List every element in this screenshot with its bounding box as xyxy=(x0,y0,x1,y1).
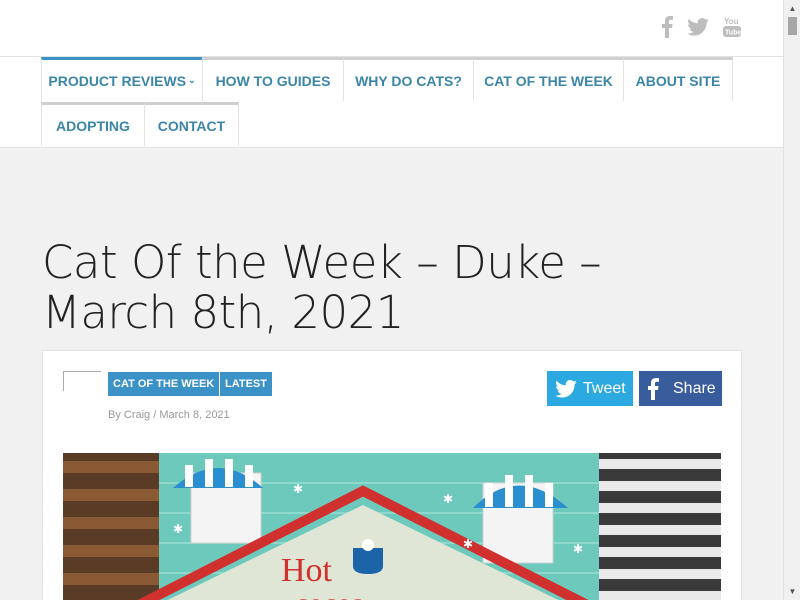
nav-item-label: CONTACT xyxy=(157,117,226,134)
chevron-down-icon: ⌄ xyxy=(188,75,196,85)
nav-item-label: WHY DO CATS? xyxy=(355,72,462,89)
nav-item-product-reviews[interactable]: PRODUCT REVIEWS ⌄ xyxy=(41,57,203,101)
svg-text:✱: ✱ xyxy=(443,492,453,506)
tag-cat-of-the-week[interactable]: CAT OF THE WEEK xyxy=(108,372,220,396)
svg-text:✱: ✱ xyxy=(463,537,473,551)
post-byline: By Craig / March 8, 2021 xyxy=(108,409,230,421)
nav-item-adopting[interactable]: ADOPTING xyxy=(41,102,145,146)
nav-item-cat-of-the-week[interactable]: CAT OF THE WEEK xyxy=(473,57,624,101)
nav-item-contact[interactable]: CONTACT xyxy=(144,102,239,146)
main-nav: PRODUCT REVIEWS ⌄ HOW TO GUIDES WHY DO CA… xyxy=(0,57,783,148)
facebook-share-button[interactable]: Share xyxy=(639,371,722,406)
cat-house-photo: Hot cocoa ✱ ✱ ✱ ✱ ✱ xyxy=(63,453,721,600)
scroll-down-arrow-icon[interactable]: ▼ xyxy=(784,583,800,600)
social-links: You Tube xyxy=(661,16,741,43)
tweet-label: Tweet xyxy=(583,379,626,397)
nav-item-why-do-cats[interactable]: WHY DO CATS? xyxy=(343,57,474,101)
youtube-icon[interactable]: You Tube xyxy=(723,16,741,43)
svg-text:✱: ✱ xyxy=(173,522,183,536)
svg-text:Tube: Tube xyxy=(725,30,741,37)
hero-text-hot: Hot xyxy=(281,552,333,589)
scroll-up-arrow-icon[interactable]: ▲ xyxy=(784,0,800,17)
post-card: CAT OF THE WEEK LATEST By Craig / March … xyxy=(42,350,742,600)
hero-text-cocoa: cocoa xyxy=(295,587,365,600)
twitter-icon[interactable] xyxy=(687,18,709,41)
nav-item-label: HOW TO GUIDES xyxy=(215,72,331,89)
twitter-icon xyxy=(555,379,577,398)
nav-item-about-site[interactable]: ABOUT SITE xyxy=(623,57,733,101)
nav-item-label: CAT OF THE WEEK xyxy=(484,72,613,89)
tweet-button[interactable]: Tweet xyxy=(547,371,633,406)
share-label: Share xyxy=(673,379,716,397)
svg-text:✱: ✱ xyxy=(293,482,303,496)
svg-text:You: You xyxy=(724,17,739,26)
scrollbar-thumb[interactable] xyxy=(788,17,797,35)
facebook-icon[interactable] xyxy=(661,16,673,43)
nav-item-label: ABOUT SITE xyxy=(635,72,721,89)
tag-latest[interactable]: LATEST xyxy=(220,372,272,396)
top-bar: You Tube xyxy=(0,0,783,57)
nav-item-label: PRODUCT REVIEWS xyxy=(48,72,187,89)
nav-item-label: ADOPTING xyxy=(56,117,130,134)
nav-item-how-to-guides[interactable]: HOW TO GUIDES xyxy=(202,57,344,101)
scrollbar[interactable]: ▲ ▼ xyxy=(783,0,800,600)
page-title: Cat Of the Week – Duke – March 8th, 2021 xyxy=(42,236,602,339)
avatar xyxy=(63,371,101,391)
facebook-icon xyxy=(648,377,659,400)
featured-image: Hot cocoa ✱ ✱ ✱ ✱ ✱ xyxy=(63,453,721,600)
svg-text:✱: ✱ xyxy=(573,542,583,556)
